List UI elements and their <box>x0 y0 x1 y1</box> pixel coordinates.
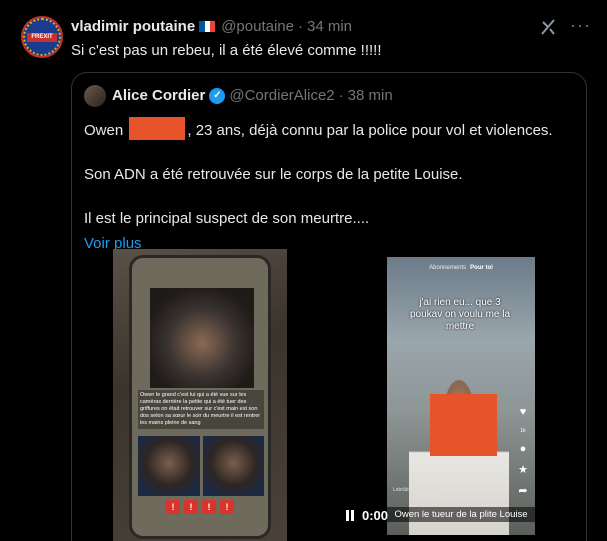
quoted-header: Alice Cordier ✓ @CordierAlice2 · 38 min <box>112 87 393 104</box>
quoted-line-1-end: , 23 ans, déjà connu par la police pour … <box>187 122 553 139</box>
pause-icon[interactable] <box>346 510 354 521</box>
face-redaction-box <box>430 394 497 456</box>
video-footer: Lebrâbler · @Elans <box>393 487 437 493</box>
suspect-photo <box>150 288 254 388</box>
tiktok-tabs: Abonnements Pour toi <box>387 265 535 271</box>
video-controls[interactable]: 0:00 <box>346 508 388 523</box>
media-video-right[interactable]: Abonnements Pour toi j'ai rien eu... que … <box>387 257 535 535</box>
verified-icon: ✓ <box>209 87 226 104</box>
photo-row <box>138 436 264 496</box>
quoted-text: Owen , 23 ans, déjà connu par la police … <box>84 117 574 254</box>
quoted-line-3: Il est le principal suspect de son meurt… <box>84 210 370 227</box>
video-subtitle: Owen le tueur de la plite Louise <box>387 507 535 522</box>
separator: · <box>297 18 303 35</box>
media-image-left[interactable]: Owen le grand c'est lui qui a été vue su… <box>113 249 287 541</box>
alarm-icon: ! <box>166 500 180 514</box>
like-count: 1k <box>520 428 526 434</box>
quoted-author-name[interactable]: Alice Cordier <box>112 87 205 104</box>
video-time: 0:00 <box>362 508 389 523</box>
more-options-icon[interactable]: ··· <box>570 16 590 38</box>
tweet-header: vladimir poutaine @poutaine · 34 min <box>71 18 352 35</box>
video-caption: j'ai rien eu... que 3 poukav on voulu me… <box>409 297 511 332</box>
quoted-line-1: Owen , 23 ans, déjà connu par la police … <box>84 117 574 141</box>
quoted-author-avatar[interactable] <box>84 85 106 107</box>
author-avatar[interactable]: FREXIT <box>21 16 63 58</box>
tab-following: Abonnements <box>429 265 467 271</box>
photo-thumb <box>138 436 200 496</box>
quoted-tweet[interactable]: Alice Cordier ✓ @CordierAlice2 · 38 min … <box>71 72 587 541</box>
heart-icon: ♥ <box>519 406 527 418</box>
tweet: FREXIT vladimir poutaine @poutaine · 34 … <box>0 0 607 541</box>
quoted-timestamp[interactable]: 38 min <box>348 87 393 104</box>
quoted-separator: · <box>338 87 344 104</box>
phone-screenshot: Owen le grand c'est lui qui a été vue su… <box>129 255 271 539</box>
alarm-icon: ! <box>220 500 234 514</box>
image-overlay-text: Owen le grand c'est lui qui a été vue su… <box>138 390 264 429</box>
emoji-row: ! ! ! ! <box>166 500 234 514</box>
quoted-line-1-start: Owen <box>84 122 124 139</box>
redaction-box <box>129 117 186 140</box>
photo-thumb <box>202 436 264 496</box>
share-icon: ➦ <box>518 485 528 497</box>
author-handle[interactable]: @poutaine <box>221 18 294 35</box>
alarm-icon: ! <box>184 500 198 514</box>
quoted-author-handle[interactable]: @CordierAlice2 <box>229 87 334 104</box>
author-name[interactable]: vladimir poutaine <box>71 18 195 35</box>
grok-icon[interactable] <box>540 18 558 36</box>
bookmark-icon: ★ <box>518 464 528 476</box>
france-flag-icon <box>199 21 216 32</box>
tweet-text: Si c'est pas un rebeu, il a été élevé co… <box>71 42 382 59</box>
tab-for-you: Pour toi <box>470 265 493 271</box>
quoted-line-2: Son ADN a été retrouvée sur le corps de … <box>84 166 463 183</box>
alarm-icon: ! <box>202 500 216 514</box>
tiktok-side-actions: ♥ 1k ● ★ ➦ <box>515 407 531 497</box>
comment-icon: ● <box>519 443 527 455</box>
timestamp[interactable]: 34 min <box>307 18 352 35</box>
avatar-badge: FREXIT <box>27 33 57 42</box>
